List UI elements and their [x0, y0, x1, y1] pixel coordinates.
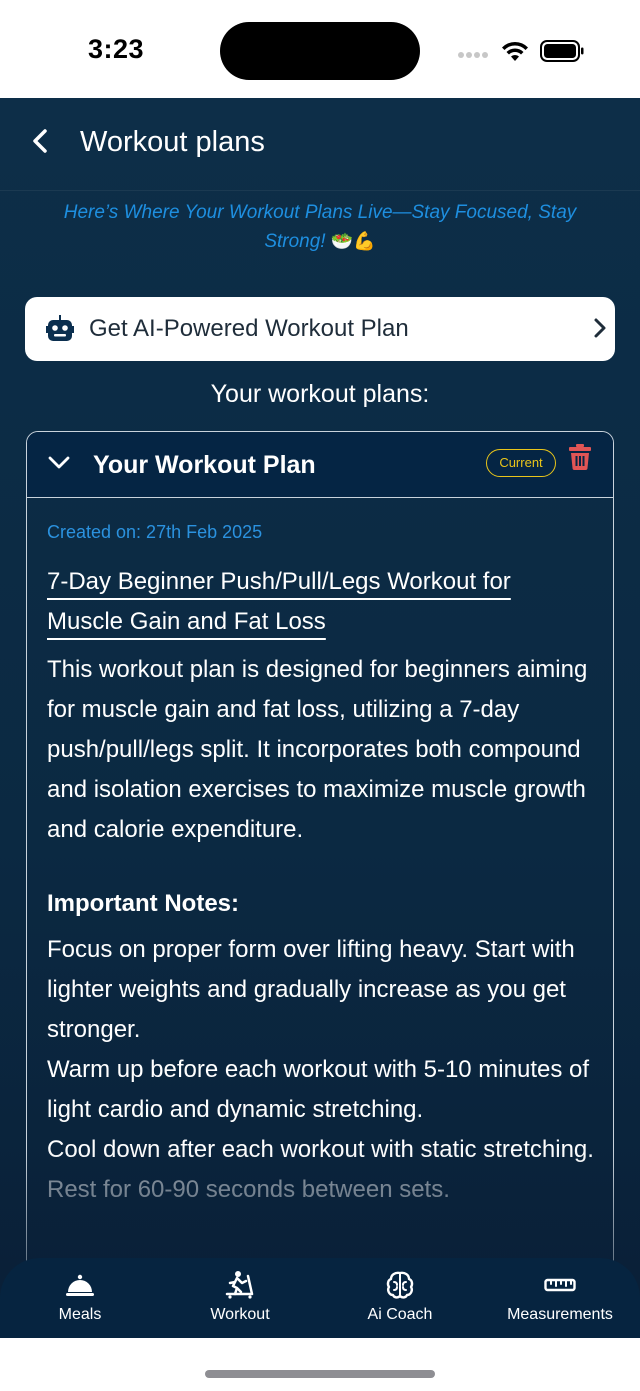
tab-label: Workout — [210, 1306, 270, 1323]
cloche-icon — [66, 1274, 94, 1296]
plans-heading: Your workout plans: — [210, 380, 430, 408]
cellular-signal-icon — [458, 52, 492, 60]
ai-workout-plan-button[interactable]: Get AI-Powered Workout Plan — [25, 297, 615, 361]
home-indicator[interactable] — [205, 1370, 435, 1378]
treadmill-icon — [225, 1271, 254, 1299]
ruler-icon — [544, 1278, 576, 1292]
tab-ai-coach[interactable]: Ai Coach — [320, 1258, 480, 1338]
notes-list: Focus on proper form over lifting heavy.… — [47, 930, 607, 1210]
header: Workout plans — [0, 98, 640, 190]
chevron-left-icon[interactable] — [26, 124, 56, 158]
status-bar: 3:23 — [0, 0, 640, 98]
list-item: Rest for 60-90 seconds between sets. — [47, 1170, 607, 1210]
tab-label: Measurements — [507, 1306, 613, 1323]
plan-card-title: Your Workout Plan — [93, 451, 316, 479]
trash-icon[interactable] — [569, 444, 591, 470]
tab-bar: Meals Workout Ai Coach Measurements — [0, 1258, 640, 1338]
list-item: Focus on proper form over lifting heavy.… — [47, 930, 607, 1050]
robot-icon — [46, 315, 74, 341]
plan-name: 7-Day Beginner Push/Pull/Legs Workout fo… — [47, 568, 511, 635]
home-indicator-area — [0, 1338, 640, 1391]
tab-label: Meals — [58, 1306, 102, 1323]
chevron-down-icon[interactable] — [47, 454, 71, 472]
tagline: Here’s Where Your Workout Plans Live—Sta… — [40, 198, 600, 256]
tab-measurements[interactable]: Measurements — [480, 1258, 640, 1338]
wifi-icon — [502, 41, 528, 61]
plan-created-date: Created on: 27th Feb 2025 — [47, 522, 263, 542]
dynamic-island — [220, 22, 420, 80]
note-text: Warm up before each workout with 5-10 mi… — [47, 1056, 590, 1123]
current-badge: Current — [486, 449, 556, 477]
brain-icon — [386, 1271, 414, 1299]
tab-meals[interactable]: Meals — [0, 1258, 160, 1338]
note-text: Focus on proper form over lifting heavy.… — [47, 936, 575, 1043]
plan-card-header[interactable]: Your Workout Plan Current — [27, 432, 613, 498]
list-item: Cool down after each workout with static… — [47, 1130, 607, 1170]
list-item: Warm up before each workout with 5-10 mi… — [47, 1050, 607, 1130]
note-text: Cool down after each workout with static… — [47, 1136, 594, 1163]
battery-icon — [540, 40, 584, 62]
page-title: Workout plans — [80, 126, 265, 158]
chevron-right-icon — [594, 318, 606, 338]
workout-plan-card: Your Workout Plan Current Created on: 27… — [26, 431, 614, 1291]
tagline-emoji: 🥗💪 — [330, 231, 376, 252]
app-screen: Workout plans Here’s Where Your Workout … — [0, 98, 640, 1338]
tagline-text: Here’s Where Your Workout Plans Live—Sta… — [63, 202, 577, 252]
plan-description: This workout plan is designed for beginn… — [47, 656, 588, 843]
tab-label: Ai Coach — [367, 1306, 433, 1323]
note-text: Rest for 60-90 seconds between sets. — [47, 1176, 450, 1203]
tab-workout[interactable]: Workout — [160, 1258, 320, 1338]
status-time: 3:23 — [88, 34, 145, 64]
plan-name-link[interactable]: 7-Day Beginner Push/Pull/Legs Workout fo… — [47, 562, 587, 642]
notes-title: Important Notes: — [47, 890, 239, 917]
header-divider — [0, 190, 640, 191]
ai-button-label: Get AI-Powered Workout Plan — [89, 315, 409, 342]
